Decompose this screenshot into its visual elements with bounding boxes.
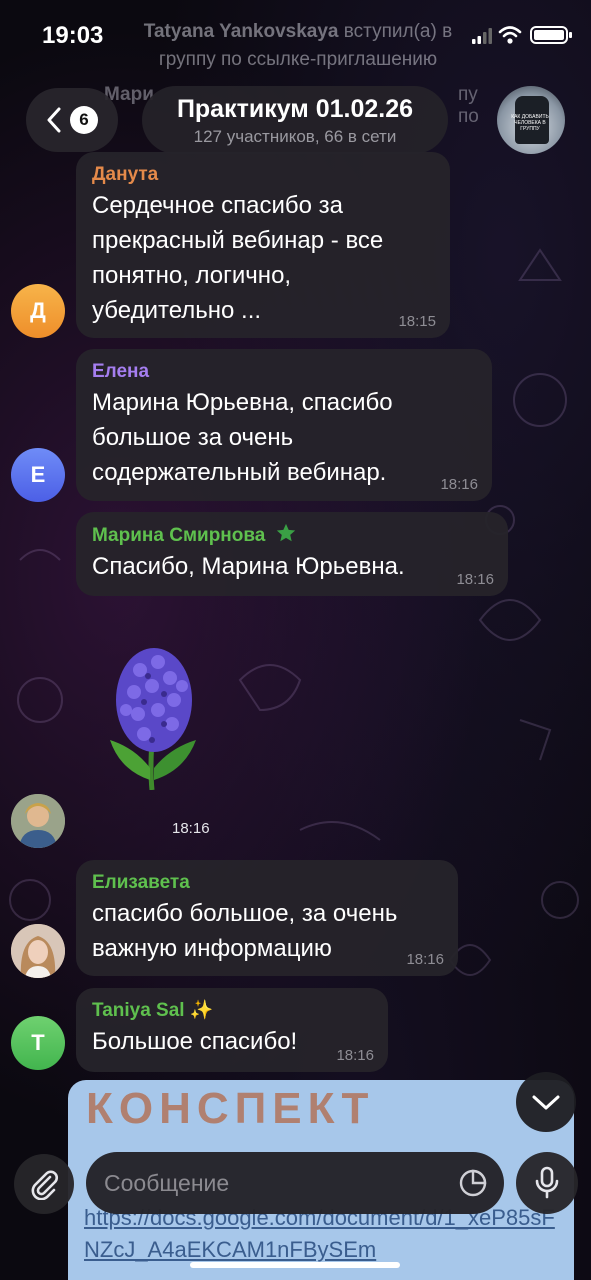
microphone-icon xyxy=(535,1166,559,1199)
avatar[interactable]: Е xyxy=(11,448,65,502)
scroll-down-button[interactable] xyxy=(516,1072,576,1132)
sticker-icon[interactable] xyxy=(458,1168,488,1198)
sender-name: Данута xyxy=(92,164,159,185)
message-bubble[interactable]: Елизавета спасибо большое, за очень важн… xyxy=(76,860,458,976)
system-join-message: Tatyana Yankovskaya вступил(а) в группу … xyxy=(118,18,478,74)
chat-title-button[interactable]: Практикум 01.02.26 127 участников, 66 в … xyxy=(142,86,448,154)
message-bubble[interactable]: Taniya Sal ✨ Большое спасибо! 18:16 xyxy=(76,988,388,1072)
wifi-icon xyxy=(498,26,522,44)
microphone-button[interactable] xyxy=(516,1152,578,1214)
joined-user-name: Tatyana Yankovskaya xyxy=(143,21,339,42)
avatar[interactable]: T xyxy=(11,1016,65,1070)
sender-name: Taniya Sal ✨ xyxy=(92,1000,214,1021)
message-input[interactable] xyxy=(104,1152,434,1214)
paperclip-icon xyxy=(31,1170,58,1200)
back-button[interactable]: 6 xyxy=(26,88,118,152)
message-time: 18:16 xyxy=(440,476,478,493)
battery-icon xyxy=(530,26,572,44)
hyacinth-sticker[interactable] xyxy=(100,640,210,790)
message-text: Спасибо, Марина Юрьевна. xyxy=(92,553,405,580)
message-bubble[interactable]: Елена Марина Юрьевна, спасибо большое за… xyxy=(76,349,492,501)
chevron-left-icon xyxy=(47,107,61,133)
sender-name: Марина Смирнова xyxy=(92,522,492,549)
message-time: 18:16 xyxy=(456,571,494,588)
clock: 19:03 xyxy=(42,22,104,49)
chevron-down-icon xyxy=(532,1095,560,1110)
chat-subtitle: 127 участников, 66 в сети xyxy=(193,127,397,146)
document-title: КОНСПЕКТ xyxy=(86,1084,375,1133)
message-time: 18:16 xyxy=(406,951,444,968)
message-time: 18:16 xyxy=(172,820,210,837)
message-time: 18:15 xyxy=(398,313,436,330)
sparkles-icon: ✨ xyxy=(189,1000,214,1021)
star-icon xyxy=(276,523,295,542)
message-text: спасибо большое, за очень важную информа… xyxy=(92,900,398,962)
message-text: Марина Юрьевна, спасибо большое за очень… xyxy=(92,389,393,486)
unread-count-badge: 6 xyxy=(70,106,98,134)
message-bubble[interactable]: Данута Сердечное спасибо за прекрасный в… xyxy=(76,152,450,338)
status-bar: 19:03 Tatyana Yankovskaya вступил(а) в г… xyxy=(0,0,591,70)
user-photo xyxy=(11,924,65,978)
group-avatar[interactable]: КАК ДОБАВИТЬ ЧЕЛОВЕКА В ГРУППУ xyxy=(497,86,565,154)
message-time: 18:16 xyxy=(336,1047,374,1064)
group-avatar-caption: КАК ДОБАВИТЬ ЧЕЛОВЕКА В ГРУППУ xyxy=(511,114,549,132)
attach-button[interactable] xyxy=(14,1154,74,1214)
chat-title: Практикум 01.02.26 xyxy=(176,95,414,123)
sender-name: Елена xyxy=(92,361,150,382)
avatar[interactable] xyxy=(11,924,65,978)
user-photo xyxy=(11,794,65,848)
avatar[interactable] xyxy=(11,794,65,848)
message-text: Большое спасибо! xyxy=(92,1028,298,1055)
message-text: Сердечное спасибо за прекрасный вебинар … xyxy=(92,192,384,324)
message-composer xyxy=(86,1152,504,1214)
message-bubble[interactable]: Марина Смирнова Спасибо, Марина Юрьевна.… xyxy=(76,512,508,596)
home-indicator xyxy=(190,1262,400,1268)
avatar[interactable]: Д xyxy=(11,284,65,338)
sender-name: Елизавета xyxy=(92,872,190,893)
cellular-signal-icon xyxy=(472,28,492,44)
